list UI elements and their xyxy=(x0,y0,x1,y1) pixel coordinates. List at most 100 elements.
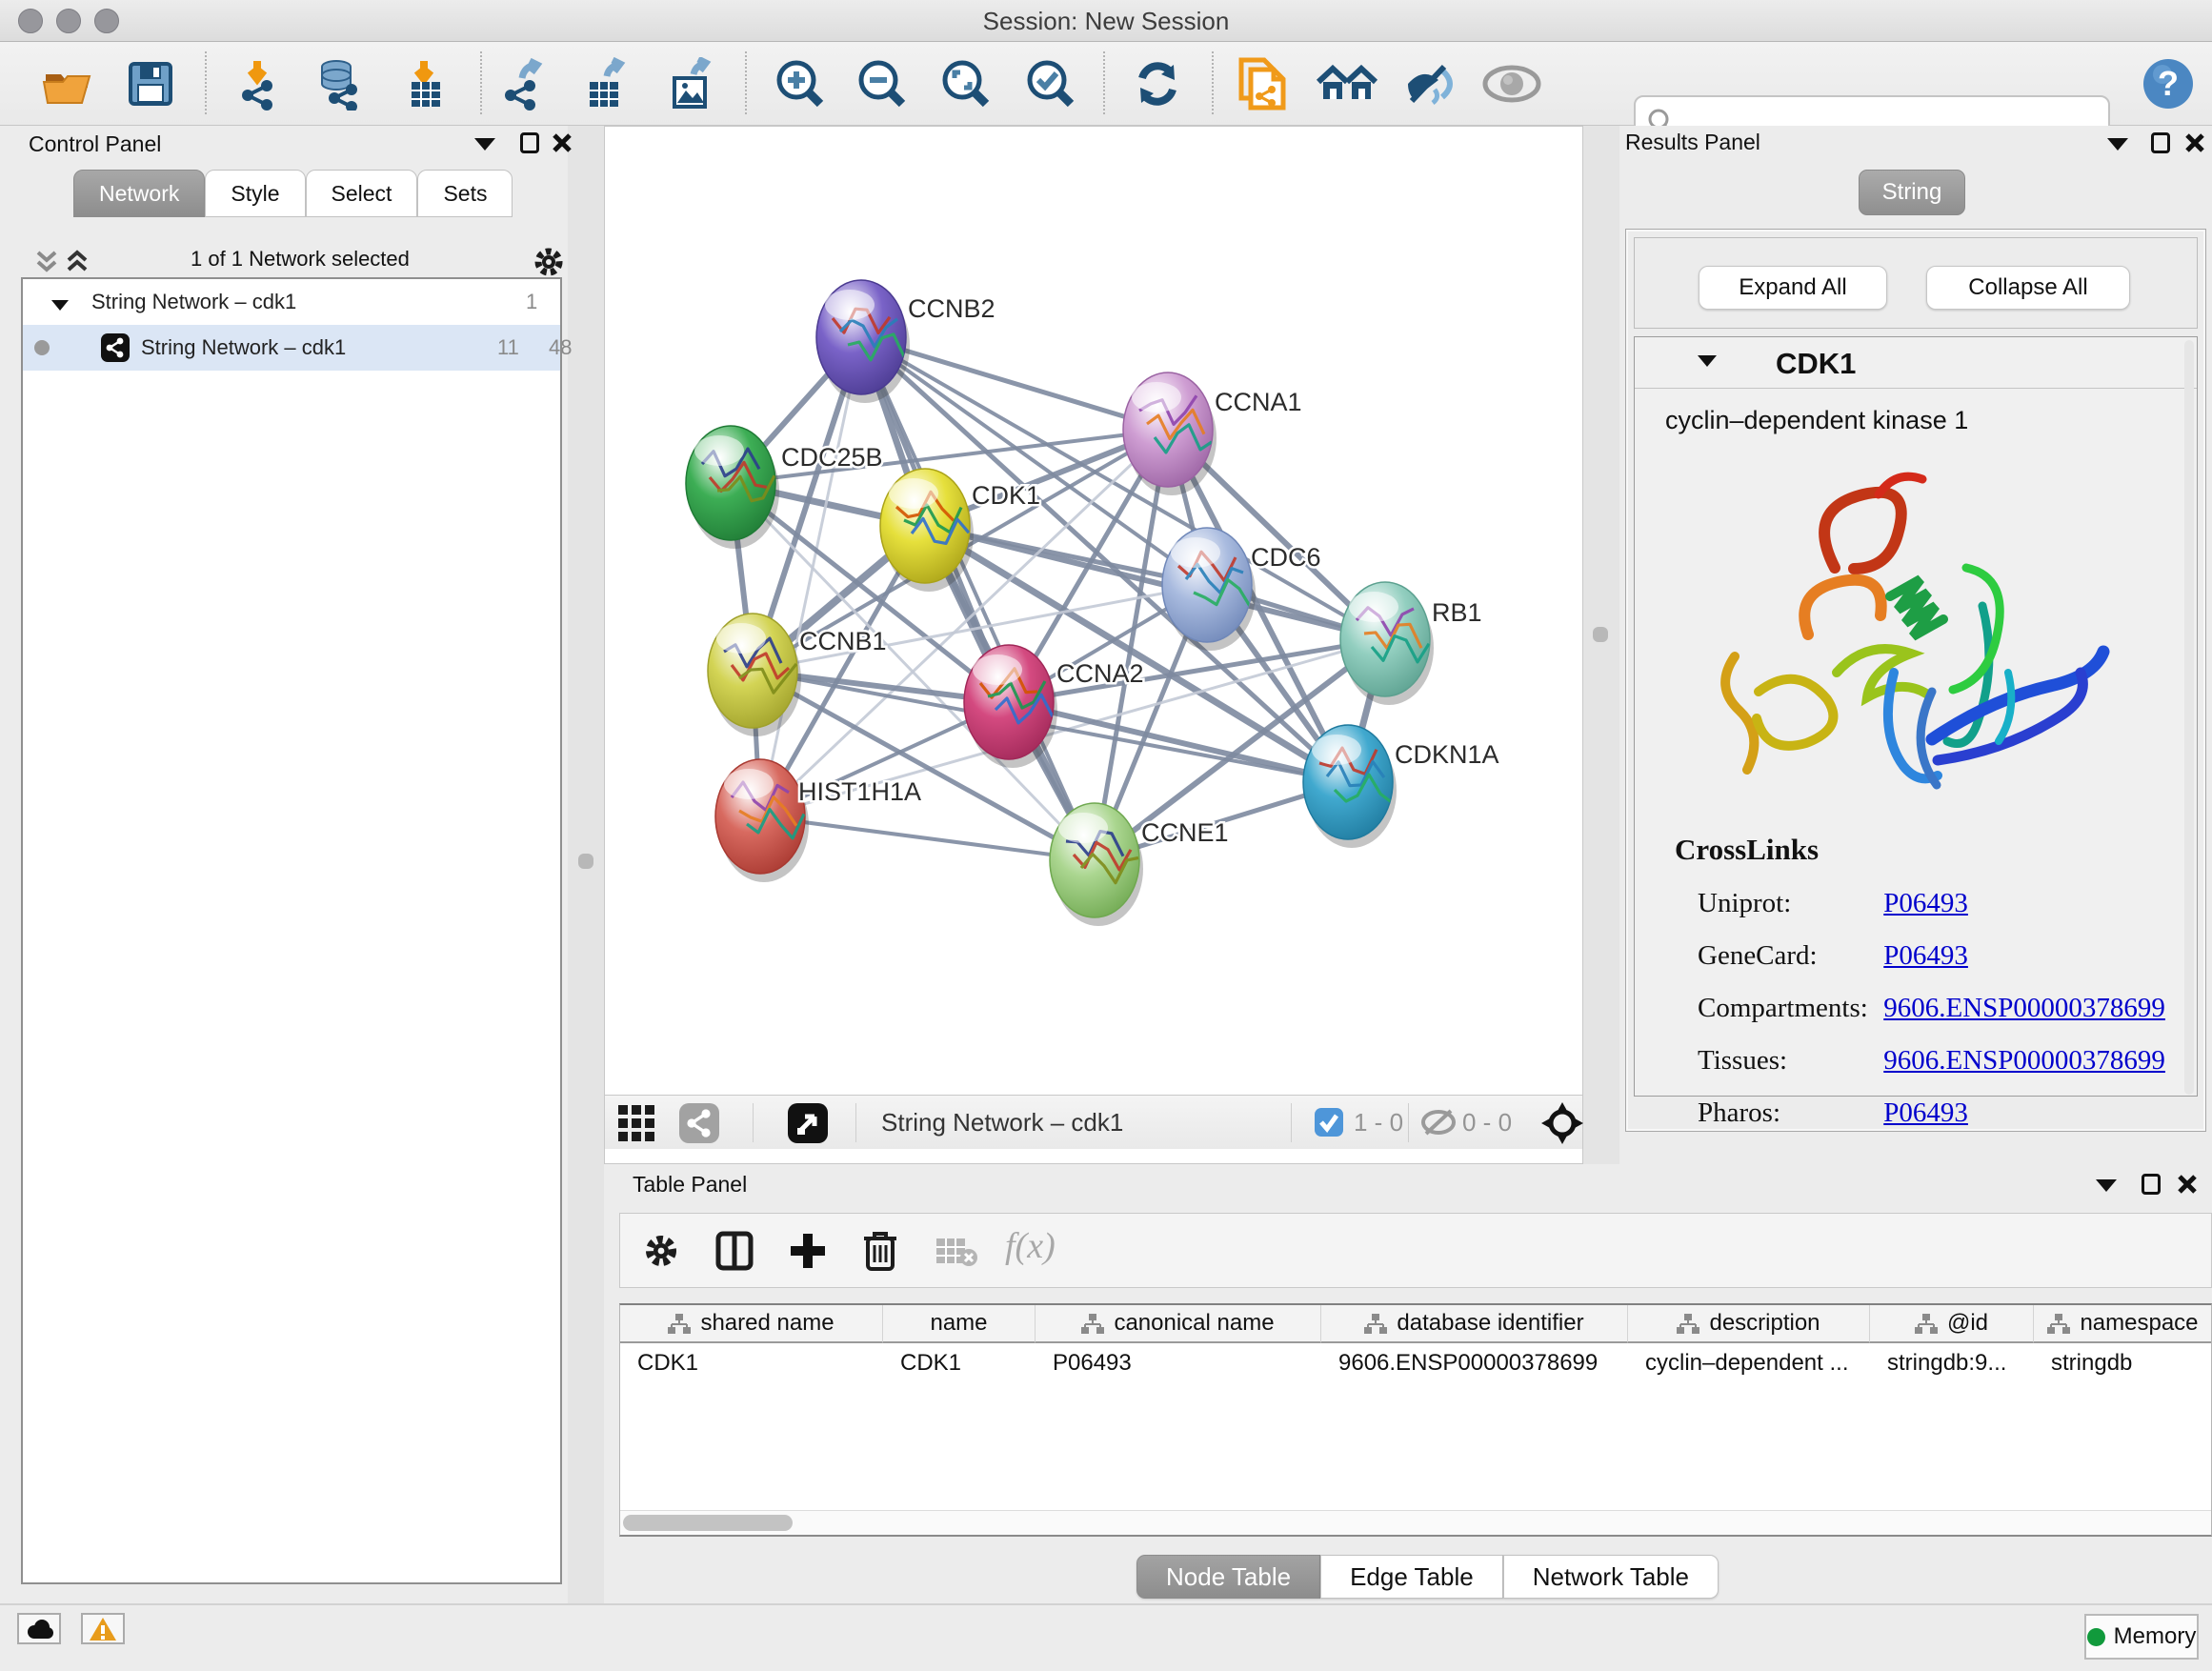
help-button[interactable]: ? xyxy=(2142,57,2195,111)
cell-namespace[interactable]: stringdb xyxy=(2034,1343,2212,1383)
tab-network[interactable]: Network xyxy=(73,170,205,217)
collapse-all-button[interactable]: Collapse All xyxy=(1926,266,2130,310)
cell-name[interactable]: CDK1 xyxy=(883,1343,1036,1383)
cell-description[interactable]: cyclin–dependent ... xyxy=(1628,1343,1870,1383)
expand-all-networks-button[interactable] xyxy=(65,249,90,277)
tab-network-table[interactable]: Network Table xyxy=(1503,1555,1719,1599)
save-session-button[interactable] xyxy=(124,57,177,111)
hide-glyphs-button[interactable] xyxy=(1400,57,1458,111)
delete-column-button[interactable] xyxy=(862,1229,898,1271)
import-network-from-database-button[interactable] xyxy=(310,57,367,111)
table-header-row: shared name name canonical name database… xyxy=(620,1305,2211,1343)
cell-id[interactable]: stringdb:9... xyxy=(1870,1343,2034,1383)
network-options-button[interactable] xyxy=(533,246,565,278)
memory-button[interactable]: Memory xyxy=(2084,1614,2199,1660)
control-panel-float-button[interactable] xyxy=(520,132,539,158)
export-network-button[interactable] xyxy=(497,57,551,111)
expand-all-button[interactable]: Expand All xyxy=(1699,266,1887,310)
control-panel-menu-caret[interactable] xyxy=(474,138,495,155)
node-CDKN1A[interactable] xyxy=(1303,725,1397,848)
fit-selected-button[interactable] xyxy=(1541,1102,1583,1144)
column-header[interactable]: @id xyxy=(1870,1305,2034,1343)
results-panel-close-button[interactable] xyxy=(2183,131,2206,154)
column-header[interactable]: name xyxy=(883,1305,1036,1343)
table-panel-float-button[interactable] xyxy=(2142,1174,2161,1199)
node-CCNE1[interactable] xyxy=(1050,803,1143,926)
export-image-button[interactable] xyxy=(663,57,716,111)
string-copy-network-button[interactable] xyxy=(1234,54,1291,113)
crosslink-link[interactable]: P06493 xyxy=(1883,888,1968,918)
crosslink-link[interactable]: P06493 xyxy=(1883,940,1968,971)
function-builder-button-disabled: f(x) xyxy=(1005,1225,1056,1267)
network-canvas[interactable]: CCNB2CCNA1CDC25BCDK1CDC6RB1CCNB1CCNA2CDK… xyxy=(605,127,1582,1095)
scrollbar-thumb[interactable] xyxy=(623,1515,793,1531)
tab-select[interactable]: Select xyxy=(306,170,418,217)
cloud-status-button[interactable] xyxy=(17,1613,61,1644)
protein-structure-image xyxy=(1692,452,2130,823)
tab-sets[interactable]: Sets xyxy=(417,170,513,217)
show-columns-button[interactable] xyxy=(715,1231,754,1271)
open-session-button[interactable] xyxy=(40,57,93,111)
node-HIST1H1A[interactable] xyxy=(715,759,809,882)
node-table[interactable]: shared name name canonical name database… xyxy=(619,1303,2212,1537)
column-tree-icon xyxy=(1364,1313,1387,1334)
table-options-button[interactable] xyxy=(643,1233,679,1269)
results-scrollbar[interactable] xyxy=(2184,340,2194,1095)
tab-string[interactable]: String xyxy=(1859,170,1965,215)
crosslink-link[interactable]: 9606.ENSP00000378699 xyxy=(1883,993,2165,1023)
add-column-button[interactable] xyxy=(788,1231,828,1271)
import-network-button[interactable] xyxy=(231,57,285,111)
cell-canonical-name[interactable]: P06493 xyxy=(1036,1343,1321,1383)
network-status-bar: String Network – cdk1 1 - 0 0 - 0 xyxy=(605,1095,1582,1149)
node-CCNB1[interactable] xyxy=(708,614,801,736)
export-table-button[interactable] xyxy=(578,57,632,111)
column-header[interactable]: namespace xyxy=(2034,1305,2212,1343)
tab-style[interactable]: Style xyxy=(205,170,305,217)
results-panel-float-button[interactable] xyxy=(2151,132,2170,158)
network-collection-row[interactable]: String Network – cdk1 1 xyxy=(23,279,560,325)
column-header[interactable]: description xyxy=(1628,1305,1870,1343)
tab-node-table[interactable]: Node Table xyxy=(1136,1555,1320,1599)
collapse-all-networks-button[interactable] xyxy=(34,249,59,277)
zoom-out-button[interactable] xyxy=(855,57,909,111)
node-CCNA2[interactable] xyxy=(964,645,1057,768)
table-panel-close-button[interactable] xyxy=(2176,1173,2199,1196)
string-home-button[interactable] xyxy=(1316,57,1380,111)
network-view-toggle-button[interactable] xyxy=(679,1103,719,1143)
left-splitter-handle[interactable] xyxy=(578,854,593,869)
section-expander-icon[interactable] xyxy=(1698,354,1717,372)
right-splitter-handle[interactable] xyxy=(1593,627,1608,642)
table-row[interactable]: CDK1 CDK1 P06493 9606.ENSP00000378699 cy… xyxy=(620,1343,2211,1383)
network-row[interactable]: String Network – cdk1 11 48 xyxy=(23,325,560,371)
refresh-button[interactable] xyxy=(1131,57,1184,111)
node-CDK1[interactable] xyxy=(880,469,974,592)
results-panel-menu-caret[interactable] xyxy=(2107,138,2128,155)
show-graphics-details-button[interactable] xyxy=(1481,57,1542,111)
gear-icon xyxy=(643,1233,679,1269)
collection-expander-icon[interactable] xyxy=(51,281,69,327)
cell-database-identifier[interactable]: 9606.ENSP00000378699 xyxy=(1321,1343,1628,1383)
warnings-button[interactable] xyxy=(81,1613,125,1644)
table-horizontal-scrollbar[interactable] xyxy=(620,1510,2211,1535)
node-CCNA1[interactable] xyxy=(1123,372,1217,495)
zoom-selected-button[interactable] xyxy=(1024,57,1077,111)
column-header[interactable]: database identifier xyxy=(1321,1305,1628,1343)
crosslink-link[interactable]: 9606.ENSP00000378699 xyxy=(1883,1045,2165,1076)
zoom-in-button[interactable] xyxy=(774,57,827,111)
grid-view-button[interactable] xyxy=(618,1105,656,1141)
import-table-button[interactable] xyxy=(398,57,452,111)
tab-edge-table[interactable]: Edge Table xyxy=(1320,1555,1503,1599)
column-header[interactable]: canonical name xyxy=(1036,1305,1321,1343)
node-CCNB2[interactable] xyxy=(816,280,910,403)
node-RB1[interactable] xyxy=(1340,582,1434,705)
column-header[interactable]: shared name xyxy=(620,1305,883,1343)
cell-shared-name[interactable]: CDK1 xyxy=(620,1343,883,1383)
node-CDC6[interactable] xyxy=(1162,528,1256,651)
zoom-fit-button[interactable] xyxy=(939,57,993,111)
crosslink-link[interactable]: P06493 xyxy=(1883,1097,1968,1128)
selected-checkbox[interactable] xyxy=(1315,1108,1343,1137)
control-panel-close-button[interactable] xyxy=(551,131,573,154)
table-panel-menu-caret[interactable] xyxy=(2096,1179,2117,1197)
birdseye-view-button[interactable] xyxy=(788,1103,828,1143)
gene-section-header[interactable]: CDK1 xyxy=(1635,337,2197,389)
